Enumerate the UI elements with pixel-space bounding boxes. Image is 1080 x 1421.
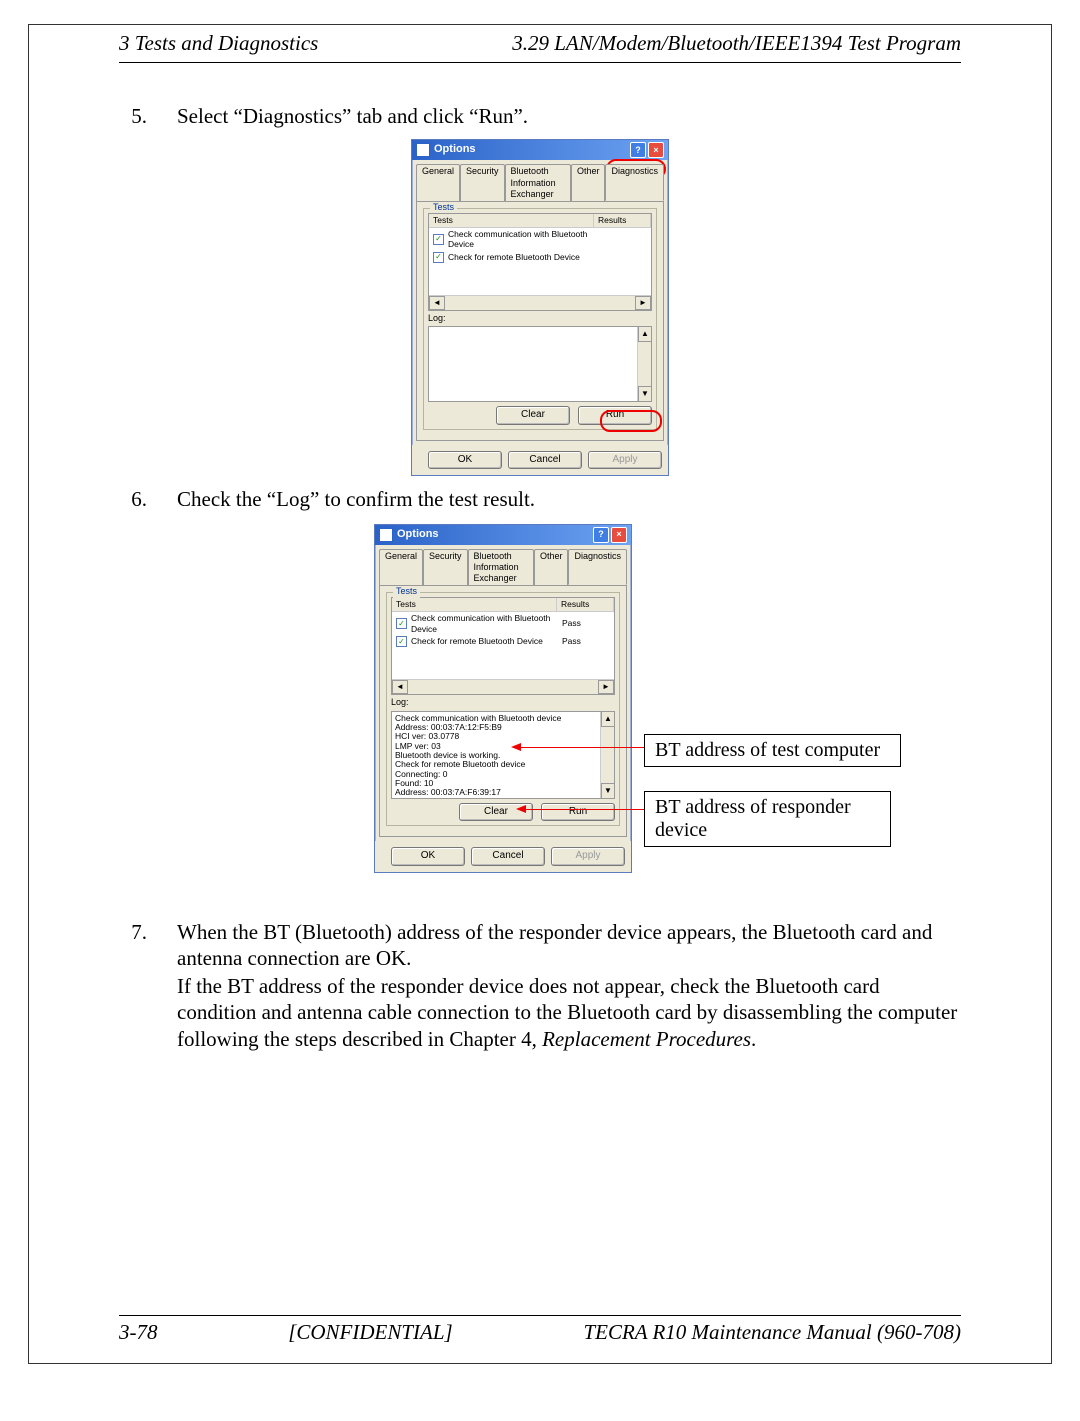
check2-2[interactable]: ✓	[396, 636, 407, 647]
tests-group-2: Tests Tests Results ✓ Check communicatio…	[386, 592, 620, 826]
log-box-2: Check communication with Bluetooth devic…	[391, 711, 615, 799]
check1[interactable]: ✓	[433, 234, 444, 245]
tab2-diagnostics[interactable]: Diagnostics	[568, 549, 627, 586]
tab2-security[interactable]: Security	[423, 549, 468, 586]
scroll-left-icon-2[interactable]: ◄	[392, 680, 408, 694]
log2-l8: Address: 00:03:7A:F6:39:17	[395, 788, 611, 797]
tab-general[interactable]: General	[416, 164, 460, 201]
step7-p2b: Replacement Procedures	[542, 1027, 751, 1051]
tests-legend: Tests	[430, 202, 457, 213]
ok-button-1[interactable]: OK	[428, 451, 502, 470]
check1-2[interactable]: ✓	[396, 618, 407, 629]
check2[interactable]: ✓	[433, 252, 444, 263]
log-box-1: ▲ ▼	[428, 326, 652, 402]
tab-other[interactable]: Other	[571, 164, 606, 201]
tests-table: Tests Results ✓ Check communication with…	[428, 213, 652, 311]
options-dialog-2: Options ? × General Security Bluetooth I…	[374, 524, 632, 873]
tab2-other[interactable]: Other	[534, 549, 569, 586]
step7-body: When the BT (Bluetooth) address of the r…	[177, 919, 961, 1052]
help-button[interactable]: ?	[630, 142, 646, 158]
scroll-up-icon[interactable]: ▲	[638, 326, 652, 342]
tests-col-header-2: Tests	[392, 598, 557, 611]
dialog1-title: Options	[434, 143, 476, 157]
dialog2-icon	[379, 528, 393, 542]
run-button-1[interactable]: Run	[578, 406, 652, 425]
tab-security[interactable]: Security	[460, 164, 505, 201]
ok-button-2[interactable]: OK	[391, 847, 465, 866]
step6-num: 6.	[119, 486, 147, 512]
clear-button-1[interactable]: Clear	[496, 406, 570, 425]
footer-left: 3-78	[119, 1320, 158, 1345]
log-label: Log:	[428, 313, 652, 324]
header-right: 3.29 LAN/Modem/Bluetooth/IEEE1394 Test P…	[512, 31, 961, 56]
dialog-icon	[416, 143, 430, 157]
dialog2-title: Options	[397, 528, 439, 542]
arrow-head-2	[516, 805, 526, 813]
arrow-line-2	[524, 809, 644, 810]
callout-responder: BT address of responder device	[644, 791, 891, 847]
arrow-head-1	[511, 743, 521, 751]
cancel-button-1[interactable]: Cancel	[508, 451, 582, 470]
results-col-header-2: Results	[557, 598, 614, 611]
close-button[interactable]: ×	[648, 142, 664, 158]
test-row-1-2: Check communication with Bluetooth Devic…	[411, 613, 558, 634]
log1-vscroll[interactable]: ▲ ▼	[637, 326, 652, 402]
step5-num: 5.	[119, 103, 147, 129]
scroll-right-icon[interactable]: ►	[635, 296, 651, 310]
cancel-button-2[interactable]: Cancel	[471, 847, 545, 866]
tab-btex[interactable]: Bluetooth Information Exchanger	[505, 164, 571, 201]
apply-button-1: Apply	[588, 451, 662, 470]
step5-text: Select “Diagnostics” tab and click “Run”…	[177, 103, 961, 129]
callout-test-computer: BT address of test computer	[644, 734, 901, 767]
dialog2-panel: Tests Tests Results ✓ Check communicatio…	[379, 585, 627, 837]
close-button-2[interactable]: ×	[611, 527, 627, 543]
step7-num: 7.	[119, 919, 147, 945]
options-dialog-1: Options ? × General Security Bluetooth I…	[411, 139, 669, 476]
tests-table-2: Tests Results ✓ Check communication with…	[391, 597, 615, 695]
footer-right: TECRA R10 Maintenance Manual (960-708)	[583, 1320, 961, 1345]
step7-p1: When the BT (Bluetooth) address of the r…	[177, 919, 961, 972]
scroll-left-icon[interactable]: ◄	[429, 296, 445, 310]
dialog2-titlebar: Options ? ×	[375, 525, 631, 545]
arrow-line-1	[519, 747, 644, 748]
dialog1-panel: Tests Tests Results ✓ Check communicatio…	[416, 201, 664, 441]
test-row-2-2: Check for remote Bluetooth Device	[411, 636, 558, 647]
dialog1-titlebar: Options ? ×	[412, 140, 668, 160]
test-row-1-result-2: Pass	[562, 618, 610, 629]
log2-vscroll[interactable]: ▲ ▼	[600, 711, 615, 799]
dialog2-tabs: General Security Bluetooth Information E…	[375, 545, 631, 586]
tests-group: Tests Tests Results ✓ Check communicatio…	[423, 208, 657, 430]
tab2-btex[interactable]: Bluetooth Information Exchanger	[468, 549, 534, 586]
test-row-2-result-2: Pass	[562, 636, 610, 647]
results-col-header: Results	[594, 214, 651, 227]
footer-mid: [CONFIDENTIAL]	[288, 1320, 453, 1345]
log-label-2: Log:	[391, 697, 615, 708]
tab2-general[interactable]: General	[379, 549, 423, 586]
scroll-down-icon[interactable]: ▼	[638, 386, 652, 402]
tests-hscroll[interactable]: ◄ ►	[429, 295, 651, 310]
test-row-1: Check communication with Bluetooth Devic…	[448, 229, 595, 250]
scroll-down-icon-2[interactable]: ▼	[601, 783, 615, 799]
help-button-2[interactable]: ?	[593, 527, 609, 543]
test-row-2: Check for remote Bluetooth Device	[448, 252, 595, 263]
header-left: 3 Tests and Diagnostics	[119, 31, 318, 56]
apply-button-2: Apply	[551, 847, 625, 866]
tests-hscroll-2[interactable]: ◄ ►	[392, 679, 614, 694]
tests-col-header: Tests	[429, 214, 594, 227]
step7-p2c: .	[751, 1027, 756, 1051]
run-button-2[interactable]: Run	[541, 803, 615, 822]
dialog1-tabs: General Security Bluetooth Information E…	[412, 160, 668, 201]
step6-text: Check the “Log” to confirm the test resu…	[177, 486, 961, 512]
scroll-up-icon-2[interactable]: ▲	[601, 711, 615, 727]
scroll-right-icon-2[interactable]: ►	[598, 680, 614, 694]
step7-p2: If the BT address of the responder devic…	[177, 973, 961, 1052]
tests-legend-2: Tests	[393, 586, 420, 597]
tab-diagnostics[interactable]: Diagnostics	[605, 164, 664, 201]
